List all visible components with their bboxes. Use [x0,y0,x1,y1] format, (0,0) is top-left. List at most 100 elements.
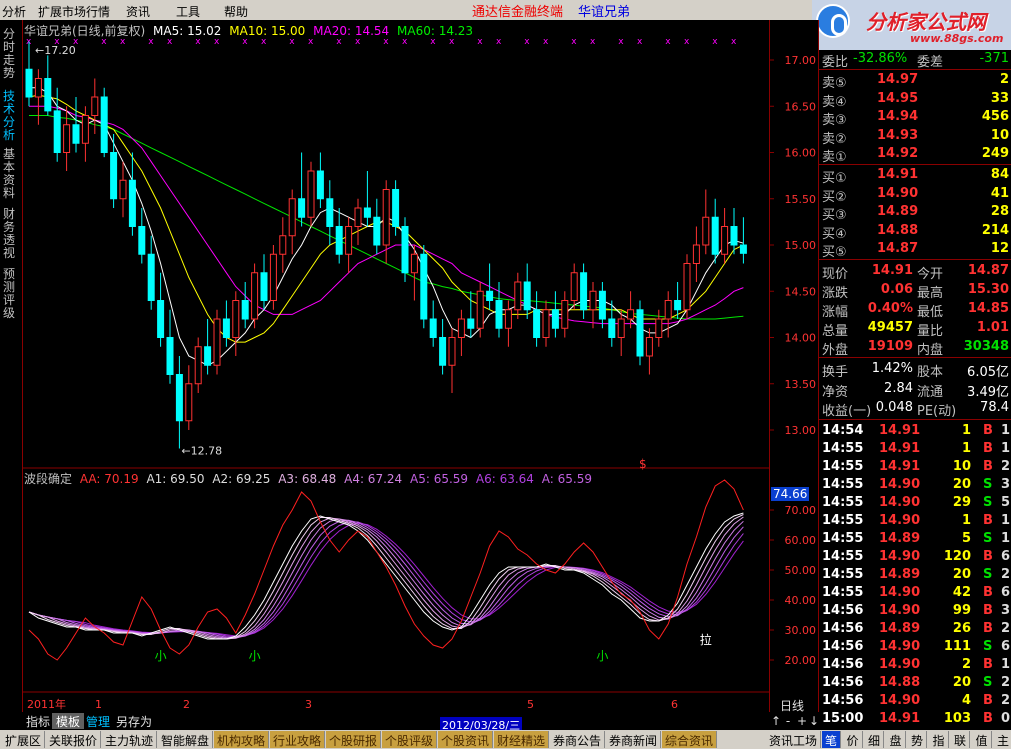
zoom-controls[interactable]: ↑ - + ↓ [770,712,820,730]
sell-order-row[interactable]: 卖⑤ 14.97 2 [819,71,1011,91]
sell-order-row[interactable]: 卖④ 14.95 33 [819,90,1011,110]
tick-price: 14.90 [879,693,921,708]
tick-count: 3 [1000,477,1010,492]
nav-tab-technical[interactable]: 技术分析 [3,90,20,142]
buy-order-row[interactable]: 买② 14.90 41 [819,185,1011,205]
tick-count: 1 [1000,657,1010,672]
panel-tab[interactable]: 笔 [822,731,842,748]
candle-body [598,290,606,320]
buy-order-row[interactable]: 买① 14.91 84 [819,166,1011,186]
tick-row: 14:56 14.89 26 B 2 [819,620,1011,638]
signal-marker: x [684,37,690,47]
sell-order-row[interactable]: 卖① 14.92 249 [819,145,1011,165]
menu-item-extended-market[interactable]: 扩展市场行情 [38,3,110,20]
candle-body [382,189,390,246]
tick-row: 14:55 14.89 20 S 2 [819,566,1011,584]
panel-tab[interactable]: 指 [929,731,949,748]
bottom-tab[interactable]: 智能解盘 [158,731,214,748]
bottom-tab[interactable]: 券商公告 [550,731,606,748]
month-label-3: 3 [305,698,312,711]
tab-template[interactable]: 模板 [52,713,85,729]
app-title: 通达信金融终端 [472,5,564,20]
bottom-tab[interactable]: 主力轨迹 [102,731,158,748]
candle-body [204,346,212,366]
bottom-tab[interactable]: 资讯工场 [766,731,822,748]
sell-order-row[interactable]: 卖③ 14.94 456 [819,108,1011,128]
candle-body [410,253,418,274]
price-tick-label: 14.50 [785,285,817,298]
commission-ratio-label: 委比 [822,55,849,70]
bottom-tab[interactable]: 关联报价 [46,731,102,748]
candle-body [288,198,296,237]
candle-body [147,253,155,301]
nav-tab-fundamentals[interactable]: 基本资料 [3,148,20,200]
tab-indicator[interactable]: 指标 [22,713,54,729]
tick-row: 14:55 14.91 10 B 2 [819,458,1011,476]
bottom-tab[interactable]: 行业攻略 [270,731,326,748]
signal-marker: x [308,37,314,47]
signal-marker: x [242,37,248,47]
bottom-tab[interactable]: 综合资讯 [662,731,718,748]
ind-tick-label: 30.00 [785,624,817,637]
signal-marker: x [289,37,295,47]
tick-side: S [983,531,993,546]
tick-count: 1 [1000,423,1010,438]
bottom-tab[interactable]: 个股评级 [382,731,438,748]
tick-row: 14:56 14.90 4 B 2 [819,692,1011,710]
bottom-tab[interactable]: 个股资讯 [438,731,494,748]
tab-save-as[interactable]: 另存为 [112,713,156,729]
tick-count: 6 [1000,639,1010,654]
bottom-tab[interactable]: 财经精选 [494,731,550,748]
panel-tab[interactable]: 主 [994,731,1011,748]
tick-volume: 120 [943,549,971,564]
bottom-tab[interactable]: 扩展区 [2,731,46,748]
sell-order-row[interactable]: 卖② 14.93 10 [819,127,1011,147]
order-price: 14.97 [877,72,919,87]
panel-tab[interactable]: 值 [972,731,992,748]
year-label: 2011年 [27,697,66,711]
candle-body [486,290,494,301]
stat-value: 14.85 [967,301,1009,316]
bottom-tab[interactable]: 个股研报 [326,731,382,748]
signal-marker: x [496,37,502,47]
buy-order-row[interactable]: 买⑤ 14.87 12 [819,240,1011,260]
tick-side: B [983,459,993,474]
bottom-tab[interactable]: 券商新闻 [606,731,662,748]
menu-item-help[interactable]: 帮助 [224,3,248,20]
tick-side: B [983,441,993,456]
candle-body [241,300,249,320]
order-price: 14.88 [877,222,919,238]
chart-area[interactable]: xxxxxxxxxxxxxxxxxxxxxxxxxxxxxxx←17.20←12… [23,20,770,733]
menu-item-tools[interactable]: 工具 [176,3,200,20]
chart-header: 华谊兄弟(日线,前复权) MA5: 15.02 MA10: 15.00 MA20… [24,22,477,38]
tick-volume: 20 [952,675,971,690]
buy-order-row[interactable]: 买④ 14.88 214 [819,222,1011,242]
tick-side: B [983,423,993,438]
panel-tab[interactable]: 势 [908,731,928,748]
order-volume: 10 [990,127,1009,143]
candle-body [335,226,343,255]
nav-tab-forecast[interactable]: 预测评级 [3,268,20,320]
menu-item-news[interactable]: 资讯 [126,3,150,20]
order-label: 卖① [822,150,847,165]
menu-item-analysis[interactable]: 分析 [2,3,26,20]
stat-value: 1.42% [871,361,913,376]
panel-tab[interactable]: 价 [843,731,863,748]
tick-volume: 5 [961,531,971,546]
panel-tab[interactable]: 联 [951,731,971,748]
stat-value: 0.048 [875,400,913,415]
panel-tab[interactable]: 细 [865,731,885,748]
candle-body [110,152,118,200]
ind-tick-label: 20.00 [785,654,817,667]
buy-order-row[interactable]: 买③ 14.89 28 [819,203,1011,223]
candle-body [128,179,136,227]
tick-side: S [983,495,993,510]
nav-tab-timeshare[interactable]: 分时走势 [3,28,20,80]
panel-tab[interactable]: 盘 [886,731,906,748]
tab-manage[interactable]: 管理 [82,713,114,729]
nav-tab-financials[interactable]: 财务透视 [3,208,20,260]
bottom-tab[interactable]: 机构攻略 [214,731,270,748]
high-annotation: ←17.20 [35,44,76,57]
price-chart[interactable]: xxxxxxxxxxxxxxxxxxxxxxxxxxxxxxx←17.20←12… [23,20,770,712]
stat-label: 总量 [822,324,849,339]
